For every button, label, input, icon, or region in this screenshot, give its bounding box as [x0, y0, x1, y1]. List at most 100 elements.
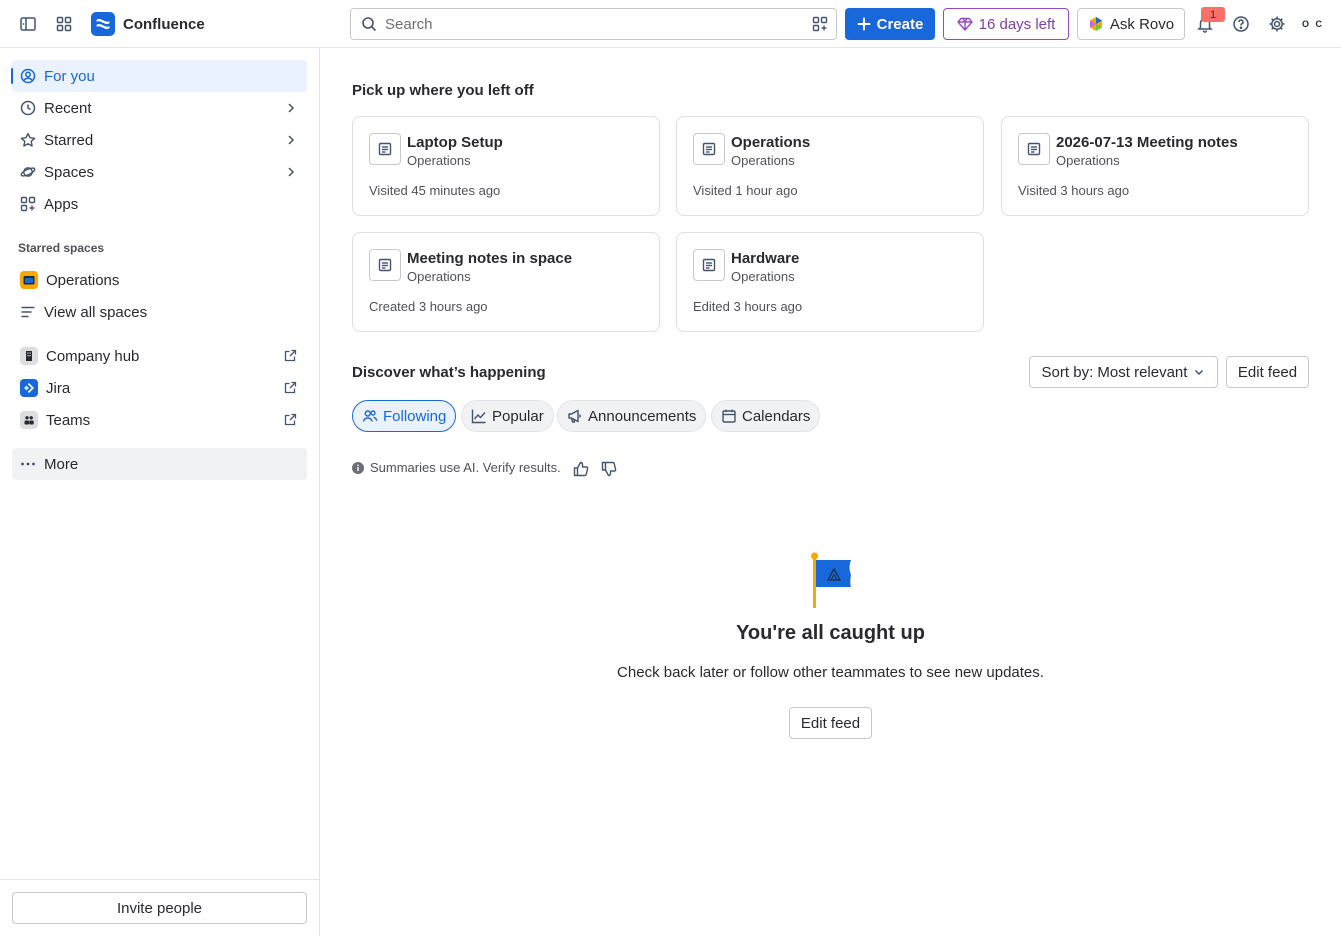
recent-page-card[interactable]: Hardware Operations Edited 3 hours ago — [676, 232, 984, 332]
card-space: Operations — [731, 153, 795, 168]
help-icon[interactable] — [1225, 8, 1257, 40]
external-link-icon[interactable] — [284, 349, 297, 362]
confluence-logo-icon — [91, 12, 115, 36]
card-space: Operations — [1056, 153, 1120, 168]
sidebar-item-teams[interactable]: Teams — [12, 404, 307, 436]
invite-people-button[interactable]: Invite people — [12, 892, 307, 924]
user-circle-icon — [20, 68, 36, 84]
ask-rovo-button[interactable]: Ask Rovo — [1077, 8, 1185, 40]
sidebar-item-for-you[interactable]: For you — [11, 60, 307, 92]
star-icon — [20, 132, 36, 148]
search-filter-icon[interactable] — [812, 16, 828, 32]
tab-label: Following — [383, 407, 447, 425]
sidebar-item-starred[interactable]: Starred — [12, 124, 307, 156]
chevron-right-icon[interactable] — [285, 165, 297, 179]
chevron-right-icon[interactable] — [285, 133, 297, 147]
sidebar-item-spaces[interactable]: Spaces — [12, 156, 307, 188]
megaphone-icon — [567, 408, 583, 424]
empty-state-title: You're all caught up — [736, 622, 925, 644]
rovo-label: Ask Rovo — [1109, 15, 1175, 33]
list-icon — [20, 304, 36, 320]
sidebar-item-label: Operations — [46, 271, 120, 289]
sort-label: Sort by: Most relevant — [1041, 363, 1188, 381]
sort-dropdown[interactable]: Sort by: Most relevant — [1029, 356, 1218, 388]
tab-label: Calendars — [742, 407, 811, 425]
recent-heading: Pick up where you left off — [352, 82, 534, 99]
sidebar-item-label: Recent — [44, 99, 92, 117]
empty-state-subtitle: Check back later or follow other teammat… — [617, 664, 1044, 681]
sidebar-item-operations-space[interactable]: Operations — [12, 264, 307, 296]
notification-count-badge: 1 — [1201, 7, 1225, 22]
tab-label: Popular — [492, 407, 544, 425]
tab-following[interactable]: Following — [352, 400, 457, 432]
flag-illustration-icon — [806, 550, 856, 610]
building-icon — [20, 347, 38, 365]
card-title: Hardware — [731, 250, 800, 267]
external-link-icon[interactable] — [284, 413, 297, 426]
edit-feed-button[interactable]: Edit feed — [789, 707, 872, 739]
settings-gear-icon[interactable] — [1261, 8, 1293, 40]
card-title: Operations — [731, 134, 811, 151]
trial-button[interactable]: 16 days left — [943, 8, 1069, 40]
search-input[interactable] — [385, 15, 785, 33]
sidebar: For you Recent Starred Spaces Apps Starr… — [0, 48, 320, 936]
create-label: Create — [876, 15, 924, 33]
sidebar-item-label: Spaces — [44, 163, 95, 181]
page-document-icon — [1018, 133, 1050, 165]
search-bar[interactable] — [350, 8, 837, 40]
card-meta: Visited 3 hours ago — [1018, 183, 1130, 198]
external-link-icon[interactable] — [284, 381, 297, 394]
ai-summary-notice: Summaries use AI. Verify results. — [352, 460, 561, 475]
recent-page-card[interactable]: 2026-07-13 Meeting notes Operations Visi… — [1001, 116, 1309, 216]
sidebar-item-company-hub[interactable]: Company hub — [12, 340, 307, 372]
chevron-right-icon[interactable] — [285, 101, 297, 115]
tab-announcements[interactable]: Announcements — [557, 400, 707, 432]
sidebar-item-label: Jira — [46, 379, 71, 397]
sidebar-item-label: Teams — [46, 411, 91, 429]
create-button[interactable]: Create — [845, 8, 935, 40]
thumbs-down-icon[interactable] — [600, 460, 618, 478]
recent-page-card[interactable]: Laptop Setup Operations Visited 45 minut… — [352, 116, 660, 216]
clock-icon — [20, 100, 36, 116]
diamond-icon — [956, 16, 973, 32]
sidebar-item-recent[interactable]: Recent — [12, 92, 307, 124]
user-avatar[interactable]: O C — [1299, 12, 1327, 36]
tab-calendars[interactable]: Calendars — [711, 400, 821, 432]
confluence-logo[interactable]: Confluence — [91, 12, 205, 36]
page-document-icon — [369, 249, 401, 281]
app-switcher-icon[interactable] — [48, 8, 80, 40]
card-meta: Edited 3 hours ago — [693, 299, 803, 314]
page-document-icon — [693, 249, 725, 281]
recent-page-card[interactable]: Meeting notes in space Operations Create… — [352, 232, 660, 332]
sidebar-item-more[interactable]: More — [12, 448, 307, 480]
card-title: Meeting notes in space — [407, 250, 573, 267]
trending-chart-icon — [471, 408, 487, 424]
operations-space-icon — [20, 271, 38, 289]
teams-icon — [20, 411, 38, 429]
thumbs-up-icon[interactable] — [572, 460, 590, 478]
sidebar-item-view-all-spaces[interactable]: View all spaces — [12, 296, 307, 328]
card-meta: Visited 1 hour ago — [693, 183, 798, 198]
rovo-icon — [1088, 16, 1104, 32]
ai-note-text: Summaries use AI. Verify results. — [370, 460, 561, 475]
starred-spaces-heading: Starred spaces — [18, 241, 105, 255]
card-space: Operations — [407, 269, 471, 284]
sidebar-item-jira[interactable]: Jira — [12, 372, 307, 404]
plus-icon — [857, 17, 871, 31]
sidebar-footer: Invite people — [0, 879, 319, 936]
trial-label: 16 days left — [978, 15, 1056, 33]
chevron-down-icon — [1193, 366, 1205, 378]
sidebar-toggle-icon[interactable] — [12, 8, 44, 40]
sidebar-item-label: For you — [44, 67, 95, 85]
sidebar-item-label: Apps — [44, 195, 79, 213]
sidebar-item-apps[interactable]: Apps — [12, 188, 307, 220]
calendar-icon — [721, 408, 737, 424]
planet-icon — [20, 164, 36, 180]
recent-page-card[interactable]: Operations Operations Visited 1 hour ago — [676, 116, 984, 216]
tab-popular[interactable]: Popular — [461, 400, 554, 432]
people-icon — [362, 408, 378, 424]
edit-feed-button[interactable]: Edit feed — [1226, 356, 1309, 388]
card-title: 2026-07-13 Meeting notes — [1056, 134, 1238, 151]
card-meta: Visited 45 minutes ago — [369, 183, 501, 198]
app-name: Confluence — [123, 15, 205, 33]
